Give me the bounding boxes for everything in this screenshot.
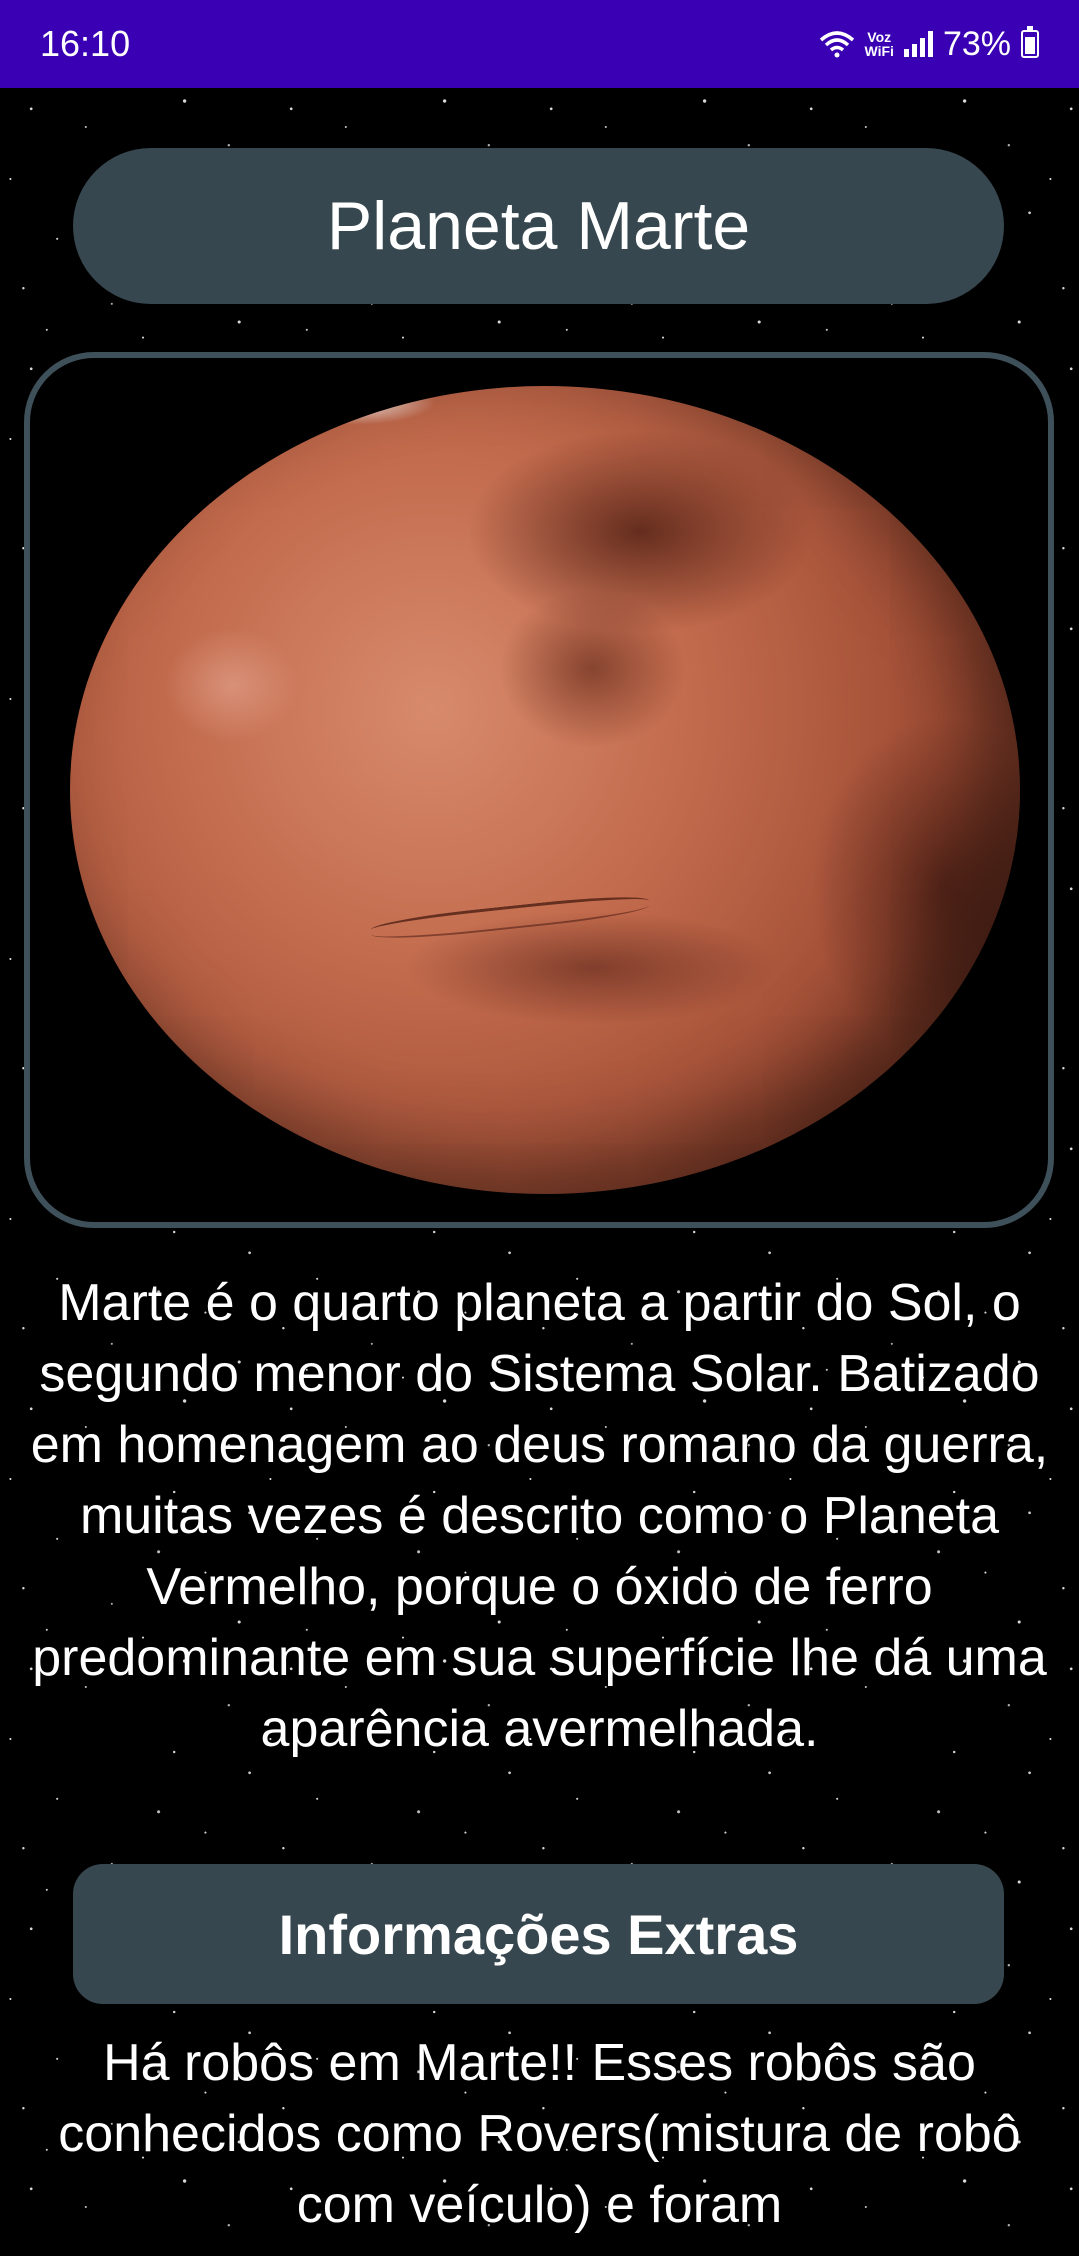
status-bar: 16:10 Voz WiFi 73% — [0, 0, 1079, 88]
extra-info-text: Há robôs em Marte!! Esses robôs são conh… — [58, 2034, 1021, 2234]
mars-planet-image — [70, 386, 1020, 1194]
status-time: 16:10 — [40, 23, 131, 64]
extra-info-button[interactable]: Informações Extras — [73, 1864, 1004, 2004]
planet-description: Marte é o quarto planeta a partir do Sol… — [30, 1274, 1049, 1758]
battery-percent: 73% — [942, 24, 1011, 63]
valles-marineris-feature — [369, 891, 651, 944]
wifi-icon — [819, 31, 854, 58]
signal-icon — [903, 31, 933, 57]
battery-icon — [1021, 26, 1039, 58]
status-icons: Voz WiFi 73% — [819, 25, 1039, 64]
planet-image-frame — [24, 352, 1054, 1228]
voz-wifi-icon: Voz WiFi — [864, 29, 894, 59]
page-title: Planeta Marte — [73, 148, 1004, 304]
